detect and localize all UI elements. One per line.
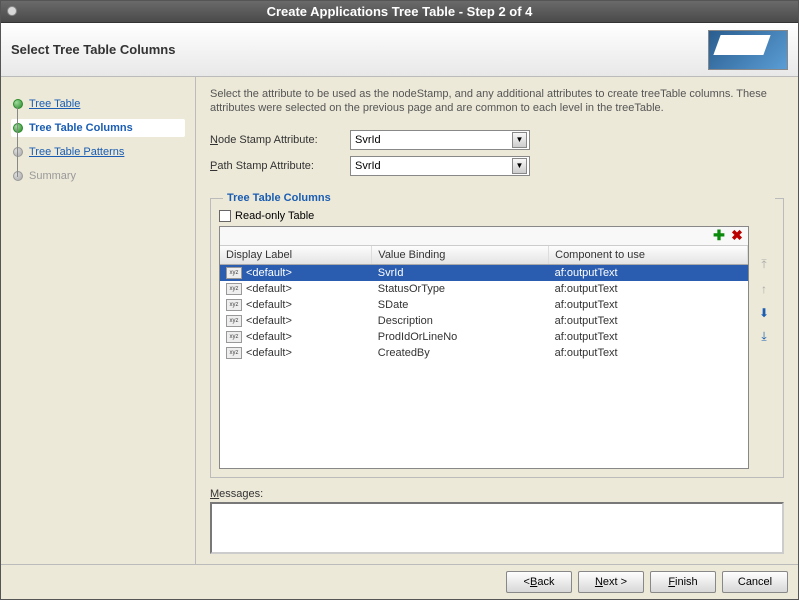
messages-textarea[interactable] bbox=[210, 502, 784, 554]
cell-component[interactable]: af:outputText bbox=[549, 264, 748, 281]
step-current-icon bbox=[13, 123, 23, 133]
add-column-button[interactable]: ✚ bbox=[712, 229, 726, 243]
chevron-down-icon: ▼ bbox=[512, 132, 527, 148]
remove-column-button[interactable]: ✖ bbox=[730, 229, 744, 243]
cell-display-label[interactable]: xyz<default> bbox=[220, 297, 372, 313]
wizard-footer: < Back Next > Finish Cancel bbox=[1, 564, 798, 599]
wizard-header: Select Tree Table Columns bbox=[1, 23, 798, 77]
step-pending-icon bbox=[13, 171, 23, 181]
chevron-down-icon: ▼ bbox=[512, 158, 527, 174]
cell-value-binding[interactable]: ProdIdOrLineNo bbox=[372, 329, 549, 345]
window-menu-icon[interactable] bbox=[7, 6, 17, 16]
cell-component[interactable]: af:outputText bbox=[549, 281, 748, 297]
cell-component[interactable]: af:outputText bbox=[549, 345, 748, 361]
titlebar[interactable]: Create Applications Tree Table - Step 2 … bbox=[1, 1, 798, 23]
wizard-main: Select the attribute to be used as the n… bbox=[196, 77, 798, 564]
table-row[interactable]: xyz<default>SvrIdaf:outputText bbox=[220, 264, 748, 281]
text-type-icon: xyz bbox=[226, 347, 242, 359]
finish-button[interactable]: Finish bbox=[650, 571, 716, 593]
step-tree-table-columns[interactable]: Tree Table Columns bbox=[11, 119, 185, 137]
wizard-window: Create Applications Tree Table - Step 2 … bbox=[0, 0, 799, 600]
step-label: Summary bbox=[29, 170, 76, 182]
intro-text: Select the attribute to be used as the n… bbox=[210, 87, 784, 116]
readonly-checkbox-row[interactable]: Read-only Table bbox=[219, 210, 775, 222]
cell-value-binding[interactable]: StatusOrType bbox=[372, 281, 549, 297]
node-stamp-row: Node Stamp Attribute: SvrId ▼ bbox=[210, 130, 784, 150]
move-down-button[interactable]: ⬇ bbox=[755, 304, 773, 322]
cell-value-binding[interactable]: Description bbox=[372, 313, 549, 329]
cell-display-label[interactable]: xyz<default> bbox=[220, 281, 372, 297]
header-graphic-icon bbox=[708, 30, 788, 70]
step-label: Tree Table bbox=[29, 98, 80, 110]
step-tree-table-patterns[interactable]: Tree Table Patterns bbox=[11, 143, 185, 161]
text-type-icon: xyz bbox=[226, 299, 242, 311]
cell-component[interactable]: af:outputText bbox=[549, 297, 748, 313]
wizard-steps-sidebar: Tree Table Tree Table Columns Tree Table… bbox=[1, 77, 196, 564]
columns-toolbar: ✚ ✖ bbox=[220, 227, 748, 246]
node-stamp-label: Node Stamp Attribute: bbox=[210, 134, 350, 146]
readonly-label: Read-only Table bbox=[235, 210, 314, 222]
table-row[interactable]: xyz<default>CreatedByaf:outputText bbox=[220, 345, 748, 361]
page-title: Select Tree Table Columns bbox=[11, 42, 175, 57]
cell-component[interactable]: af:outputText bbox=[549, 313, 748, 329]
reorder-buttons: ⤒ ↑ ⬇ ⤓ bbox=[753, 226, 775, 469]
text-type-icon: xyz bbox=[226, 267, 242, 279]
columns-table[interactable]: Display Label Value Binding Component to… bbox=[220, 246, 748, 362]
cell-display-label[interactable]: xyz<default> bbox=[220, 329, 372, 345]
step-completed-icon bbox=[13, 99, 23, 109]
columns-table-wrap: ✚ ✖ Display Label Value Binding Componen… bbox=[219, 226, 749, 469]
move-bottom-button[interactable]: ⤓ bbox=[755, 328, 773, 346]
cell-display-label[interactable]: xyz<default> bbox=[220, 264, 372, 281]
table-row[interactable]: xyz<default>SDateaf:outputText bbox=[220, 297, 748, 313]
cell-component[interactable]: af:outputText bbox=[549, 329, 748, 345]
col-display-label[interactable]: Display Label bbox=[220, 246, 372, 265]
table-row[interactable]: xyz<default>StatusOrTypeaf:outputText bbox=[220, 281, 748, 297]
node-stamp-value: SvrId bbox=[355, 134, 381, 146]
path-stamp-label: Path Stamp Attribute: bbox=[210, 160, 350, 172]
table-row[interactable]: xyz<default>Descriptionaf:outputText bbox=[220, 313, 748, 329]
path-stamp-select[interactable]: SvrId ▼ bbox=[350, 156, 530, 176]
back-button[interactable]: < Back bbox=[506, 571, 572, 593]
step-tree-table[interactable]: Tree Table bbox=[11, 95, 185, 113]
cancel-button[interactable]: Cancel bbox=[722, 571, 788, 593]
next-button[interactable]: Next > bbox=[578, 571, 644, 593]
text-type-icon: xyz bbox=[226, 331, 242, 343]
cell-value-binding[interactable]: SDate bbox=[372, 297, 549, 313]
node-stamp-select[interactable]: SvrId ▼ bbox=[350, 130, 530, 150]
tree-table-columns-fieldset: Tree Table Columns Read-only Table ✚ ✖ bbox=[210, 198, 784, 478]
step-summary: Summary bbox=[11, 167, 185, 185]
cell-value-binding[interactable]: SvrId bbox=[372, 264, 549, 281]
cell-display-label[interactable]: xyz<default> bbox=[220, 313, 372, 329]
path-stamp-value: SvrId bbox=[355, 160, 381, 172]
text-type-icon: xyz bbox=[226, 315, 242, 327]
move-up-button[interactable]: ↑ bbox=[755, 280, 773, 298]
messages-label: Messages: bbox=[210, 488, 784, 500]
text-type-icon: xyz bbox=[226, 283, 242, 295]
readonly-checkbox[interactable] bbox=[219, 210, 231, 222]
table-row[interactable]: xyz<default>ProdIdOrLineNoaf:outputText bbox=[220, 329, 748, 345]
cell-value-binding[interactable]: CreatedBy bbox=[372, 345, 549, 361]
table-header-row: Display Label Value Binding Component to… bbox=[220, 246, 748, 265]
col-value-binding[interactable]: Value Binding bbox=[372, 246, 549, 265]
wizard-body: Tree Table Tree Table Columns Tree Table… bbox=[1, 77, 798, 564]
step-label: Tree Table Patterns bbox=[29, 146, 124, 158]
col-component[interactable]: Component to use bbox=[549, 246, 748, 265]
step-pending-icon bbox=[13, 147, 23, 157]
path-stamp-row: Path Stamp Attribute: SvrId ▼ bbox=[210, 156, 784, 176]
step-connector-line bbox=[17, 107, 18, 177]
columns-table-area: ✚ ✖ Display Label Value Binding Componen… bbox=[219, 226, 775, 469]
fieldset-title: Tree Table Columns bbox=[223, 192, 775, 204]
step-label: Tree Table Columns bbox=[29, 122, 133, 134]
move-top-button[interactable]: ⤒ bbox=[755, 256, 773, 274]
cell-display-label[interactable]: xyz<default> bbox=[220, 345, 372, 361]
window-title: Create Applications Tree Table - Step 2 … bbox=[267, 4, 533, 19]
